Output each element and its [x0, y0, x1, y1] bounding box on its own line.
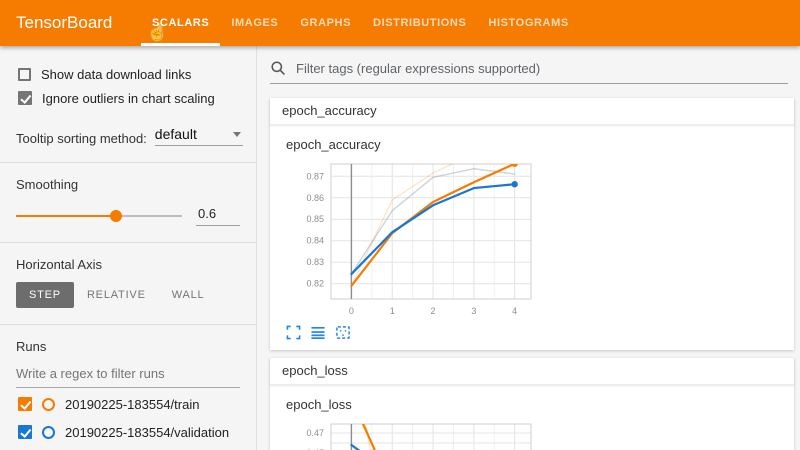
show-download-links-checkbox[interactable]	[18, 68, 31, 81]
axis-relative-button[interactable]: RELATIVE	[74, 282, 159, 308]
tag-group-header[interactable]: epoch_loss	[270, 358, 794, 385]
app-title: TensorBoard	[0, 0, 126, 46]
svg-text:2: 2	[431, 306, 436, 316]
run-color-radio[interactable]	[42, 398, 55, 411]
scalar-chart-card: epoch_loss 0.470.4501234	[286, 397, 794, 450]
run-checkbox[interactable]	[18, 425, 32, 439]
horizontal-axis-toggle: STEP RELATIVE WALL	[16, 282, 256, 308]
run-color-radio[interactable]	[42, 426, 55, 439]
tab-bar: SCALARS IMAGES GRAPHS DISTRIBUTIONS HIST…	[141, 0, 580, 46]
horizontal-axis-label: Horizontal Axis	[16, 257, 256, 272]
divider	[0, 242, 256, 243]
tooltip-sort-select[interactable]: default	[155, 126, 243, 146]
svg-text:1: 1	[390, 306, 395, 316]
epoch-loss-chart[interactable]: 0.470.4501234	[286, 416, 536, 450]
svg-text:0.84: 0.84	[306, 236, 324, 246]
tooltip-sort-value: default	[155, 126, 197, 142]
ignore-outliers-checkbox[interactable]	[18, 91, 32, 105]
run-row-validation[interactable]: 20190225-183554/validation	[18, 420, 256, 444]
show-download-links-row[interactable]: Show data download links	[0, 62, 256, 86]
sidebar: Show data download links Ignore outliers…	[0, 46, 257, 450]
svg-text:0.87: 0.87	[306, 171, 324, 181]
run-checkbox[interactable]	[18, 397, 32, 411]
checkbox-label: Show data download links	[41, 67, 191, 82]
chevron-down-icon	[233, 132, 241, 137]
run-row-train[interactable]: 20190225-183554/train	[18, 392, 256, 416]
checkbox-label: Ignore outliers in chart scaling	[42, 91, 215, 106]
tag-filter-input[interactable]: Filter tags (regular expressions support…	[270, 60, 788, 84]
tag-group-body: epoch_accuracy 0.820.830.840.850.860.870…	[270, 125, 794, 350]
svg-text:0: 0	[349, 306, 354, 316]
chart-title: epoch_loss	[286, 397, 794, 412]
svg-text:0.82: 0.82	[306, 279, 324, 289]
tag-group-epoch-loss: epoch_loss epoch_loss 0.470.4501234	[270, 358, 794, 450]
smoothing-label: Smoothing	[16, 177, 256, 192]
axis-step-button[interactable]: STEP	[16, 282, 74, 308]
axis-wall-button[interactable]: WALL	[159, 282, 218, 308]
divider	[0, 324, 256, 325]
svg-text:0.83: 0.83	[306, 257, 324, 267]
chart-title: epoch_accuracy	[286, 137, 794, 152]
divider	[0, 162, 256, 163]
run-label: 20190225-183554/train	[65, 397, 199, 412]
tab-distributions[interactable]: DISTRIBUTIONS	[362, 0, 477, 46]
expand-icon[interactable]	[286, 325, 301, 340]
fit-domain-icon[interactable]	[335, 325, 351, 340]
slider-knob[interactable]	[110, 210, 122, 222]
slider-track[interactable]	[16, 215, 182, 217]
tab-graphs[interactable]: GRAPHS	[289, 0, 362, 46]
runs-title: Runs	[16, 339, 256, 354]
log-scale-icon[interactable]	[310, 325, 326, 340]
svg-text:4: 4	[512, 306, 517, 316]
tensorboard-app: TensorBoard SCALARS IMAGES GRAPHS DISTRI…	[0, 0, 800, 450]
smoothing-slider[interactable]	[16, 209, 182, 223]
scalar-chart-card: epoch_accuracy 0.820.830.840.850.860.870…	[286, 137, 794, 340]
main-content: Filter tags (regular expressions support…	[258, 46, 800, 450]
tag-group-epoch-accuracy: epoch_accuracy epoch_accuracy 0.820.830.…	[270, 98, 794, 350]
app-header: TensorBoard SCALARS IMAGES GRAPHS DISTRI…	[0, 0, 800, 46]
mouse-cursor-icon: ☝	[148, 23, 167, 41]
chart-actions	[286, 325, 794, 340]
slider-fill	[16, 215, 116, 217]
tab-histograms[interactable]: HISTOGRAMS	[477, 0, 579, 46]
runs-filter-input[interactable]: Write a regex to filter runs	[16, 366, 240, 388]
search-icon	[270, 60, 286, 76]
tag-group-body: epoch_loss 0.470.4501234	[270, 385, 794, 450]
svg-text:0.86: 0.86	[306, 193, 324, 203]
tag-group-header[interactable]: epoch_accuracy	[270, 98, 794, 125]
epoch-accuracy-chart[interactable]: 0.82 0.83 0.84 0.85 0.86 0.87 0 1 2 3 4	[286, 156, 536, 319]
smoothing-value-input[interactable]: 0.6	[196, 206, 240, 226]
svg-text:3: 3	[471, 306, 476, 316]
ignore-outliers-row[interactable]: Ignore outliers in chart scaling	[0, 86, 256, 110]
tag-filter-placeholder: Filter tags (regular expressions support…	[296, 61, 540, 76]
tooltip-sort-label: Tooltip sorting method:	[16, 131, 147, 146]
svg-text:0.47: 0.47	[306, 428, 324, 438]
svg-text:0.85: 0.85	[306, 214, 324, 224]
tab-images[interactable]: IMAGES	[220, 0, 289, 46]
run-label: 20190225-183554/validation	[65, 425, 229, 440]
